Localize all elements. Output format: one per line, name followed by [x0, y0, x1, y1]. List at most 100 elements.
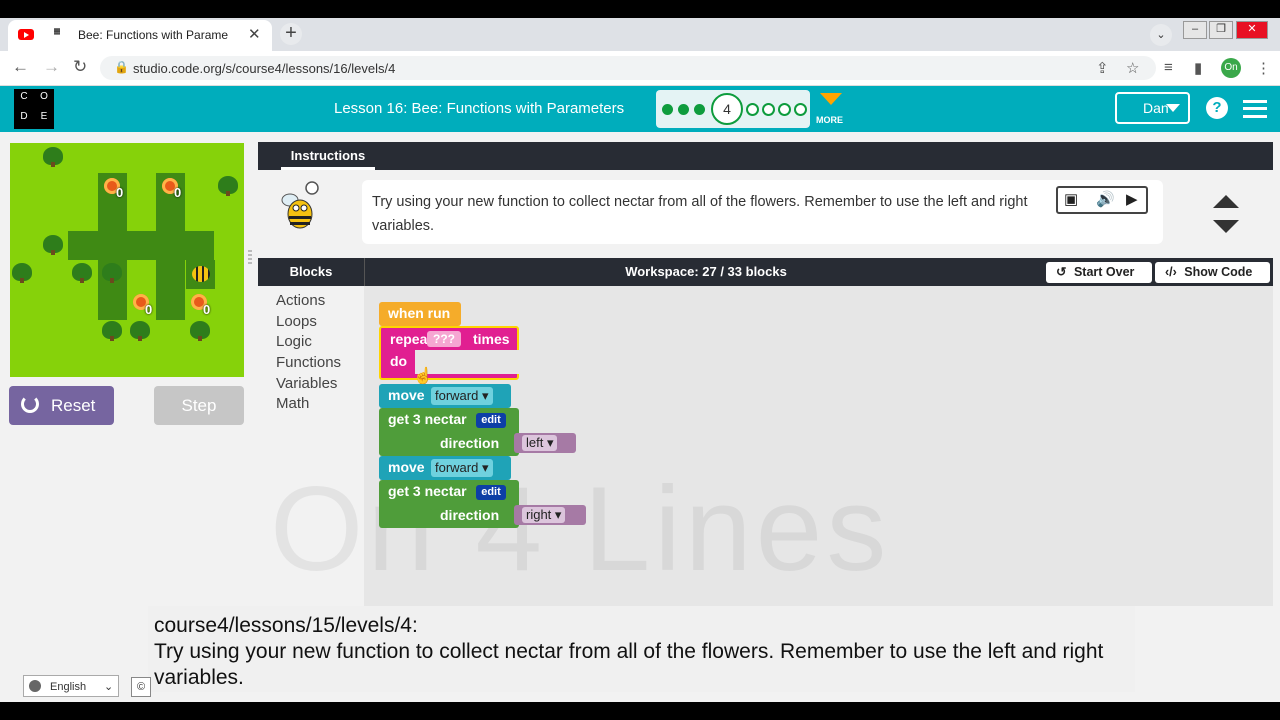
new-tab-button[interactable]: +: [280, 23, 302, 45]
repeat-label: repeat: [390, 331, 433, 347]
variable-dropdown[interactable]: left ▾: [522, 435, 558, 451]
url-text[interactable]: studio.code.org/s/course4/lessons/16/lev…: [133, 61, 395, 76]
close-tab-icon[interactable]: ✕: [248, 25, 261, 43]
collapse-up-icon[interactable]: [1213, 195, 1239, 208]
bee-avatar-icon: [281, 181, 319, 229]
direction-param-label: direction: [440, 435, 500, 451]
reading-list-icon[interactable]: ≡: [1164, 59, 1173, 76]
maze-visualization: 0 0 0 0: [10, 143, 244, 377]
lock-icon[interactable]: 🔒: [114, 60, 129, 74]
edit-function-button[interactable]: edit: [476, 485, 506, 500]
move-direction-dropdown[interactable]: forward ▾: [431, 459, 493, 477]
tree-icon: [102, 321, 122, 341]
hand-cursor-icon: ☝: [413, 368, 433, 385]
lesson-title[interactable]: Lesson 16: Bee: Functions with Parameter…: [334, 100, 624, 117]
browser-tab[interactable]: ▦ Bee: Functions with Paramet ✕: [8, 20, 272, 51]
level-dot-completed[interactable]: [678, 104, 689, 115]
variable-dropdown[interactable]: right ▾: [522, 507, 566, 523]
function-label: get 3 nectar: [388, 411, 467, 427]
help-icon[interactable]: ?: [1206, 97, 1228, 119]
top-bar: [0, 0, 1280, 18]
step-button[interactable]: Step: [154, 386, 244, 425]
forward-icon[interactable]: →: [43, 57, 60, 77]
user-menu-button[interactable]: Dan: [1115, 92, 1190, 124]
tree-icon: [130, 321, 150, 341]
flower-count: 0: [203, 302, 211, 317]
get-nectar-function-block[interactable]: get 3 nectar edit direction: [379, 408, 519, 456]
share-icon[interactable]: ⇪: [1096, 59, 1109, 77]
site-header: [0, 86, 1280, 132]
tree-icon: [43, 235, 63, 255]
level-dot-current[interactable]: 4: [711, 93, 743, 125]
tab-instructions[interactable]: Instructions: [281, 142, 375, 170]
category-loops[interactable]: Loops: [276, 313, 317, 330]
copyright-button[interactable]: ©: [131, 677, 151, 697]
bookmark-star-icon[interactable]: ☆: [1126, 59, 1139, 77]
back-icon[interactable]: ←: [12, 57, 29, 77]
globe-icon: [29, 680, 41, 692]
move-block[interactable]: move forward ▾: [379, 456, 511, 480]
workspace-title: Workspace: 27 / 33 blocks: [625, 264, 787, 279]
video-caption: course4/lessons/15/levels/4: Try using y…: [154, 613, 1144, 691]
show-code-button[interactable]: ‹/› Show Code: [1155, 262, 1270, 283]
reload-icon[interactable]: ↻: [73, 57, 87, 77]
category-variables[interactable]: Variables: [276, 375, 337, 392]
more-arrow-icon[interactable]: [820, 93, 842, 105]
caret-down-icon: [1166, 104, 1180, 112]
start-over-button[interactable]: ↺ Start Over: [1046, 262, 1152, 283]
code-org-logo[interactable]: C O D E: [14, 89, 54, 129]
minimize-icon[interactable]: –: [1183, 21, 1207, 39]
edit-function-button[interactable]: edit: [476, 413, 506, 428]
repeat-block[interactable]: repeat ??? times do: [379, 326, 525, 380]
side-panel-icon[interactable]: ▮: [1194, 59, 1202, 77]
audio-settings-icon[interactable]: ▣: [1064, 190, 1078, 208]
category-logic[interactable]: Logic: [276, 333, 312, 350]
language-value: English: [50, 681, 87, 693]
reset-icon: [21, 395, 39, 413]
start-over-label: Start Over: [1073, 265, 1135, 279]
select-chevron-icon: ⌄: [104, 681, 114, 693]
level-dot-completed[interactable]: [662, 104, 673, 115]
level-dot-upcoming[interactable]: [746, 103, 759, 116]
move-label: move: [388, 387, 425, 403]
panel-resize-handle[interactable]: [248, 250, 252, 266]
when-run-block[interactable]: when run: [379, 302, 461, 326]
direction-param-label: direction: [440, 507, 500, 523]
get-nectar-function-block[interactable]: get 3 nectar edit direction: [379, 480, 519, 528]
repeat-count-input[interactable]: ???: [427, 331, 461, 347]
level-dot-upcoming[interactable]: [778, 103, 791, 116]
profile-avatar[interactable]: On: [1221, 58, 1241, 78]
level-dot-upcoming[interactable]: [794, 103, 807, 116]
reset-button[interactable]: Reset: [9, 386, 114, 425]
tab-search-chevron-icon[interactable]: ⌄: [1150, 24, 1172, 46]
logo-letter: C: [14, 89, 34, 109]
logo-letter: O: [34, 89, 54, 109]
tree-icon: [12, 263, 32, 283]
expand-down-icon[interactable]: [1213, 220, 1239, 233]
level-dot-upcoming[interactable]: [762, 103, 775, 116]
more-label[interactable]: MORE: [816, 115, 843, 125]
browser-menu-icon[interactable]: ⋮: [1256, 59, 1271, 77]
flower-count: 0: [145, 302, 153, 317]
function-label: get 3 nectar: [388, 483, 467, 499]
restore-icon[interactable]: ❐: [1209, 21, 1233, 39]
variable-left-block[interactable]: left ▾: [514, 433, 576, 453]
move-direction-dropdown[interactable]: forward ▾: [431, 387, 493, 405]
category-actions[interactable]: Actions: [276, 292, 325, 309]
hamburger-menu-icon[interactable]: [1243, 100, 1267, 118]
close-window-icon[interactable]: ✕: [1236, 21, 1268, 39]
level-dot-completed[interactable]: [694, 104, 705, 115]
watermark-text: On 4 Lines: [270, 462, 891, 596]
variable-right-block[interactable]: right ▾: [514, 505, 586, 525]
logo-letter: D: [14, 109, 34, 129]
play-icon[interactable]: ▶: [1126, 190, 1138, 208]
speaker-icon[interactable]: 🔊: [1096, 190, 1115, 208]
repeat-times-label: times: [473, 331, 510, 347]
category-math[interactable]: Math: [276, 395, 309, 412]
move-block[interactable]: move forward ▾: [379, 384, 511, 408]
caption-line: course4/lessons/15/levels/4:: [154, 614, 418, 637]
instructions-header: [258, 142, 1273, 170]
category-functions[interactable]: Functions: [276, 354, 341, 371]
bee-icon: [192, 266, 210, 282]
text-to-speech-controls: ▣ 🔊 ▶: [1056, 186, 1148, 214]
